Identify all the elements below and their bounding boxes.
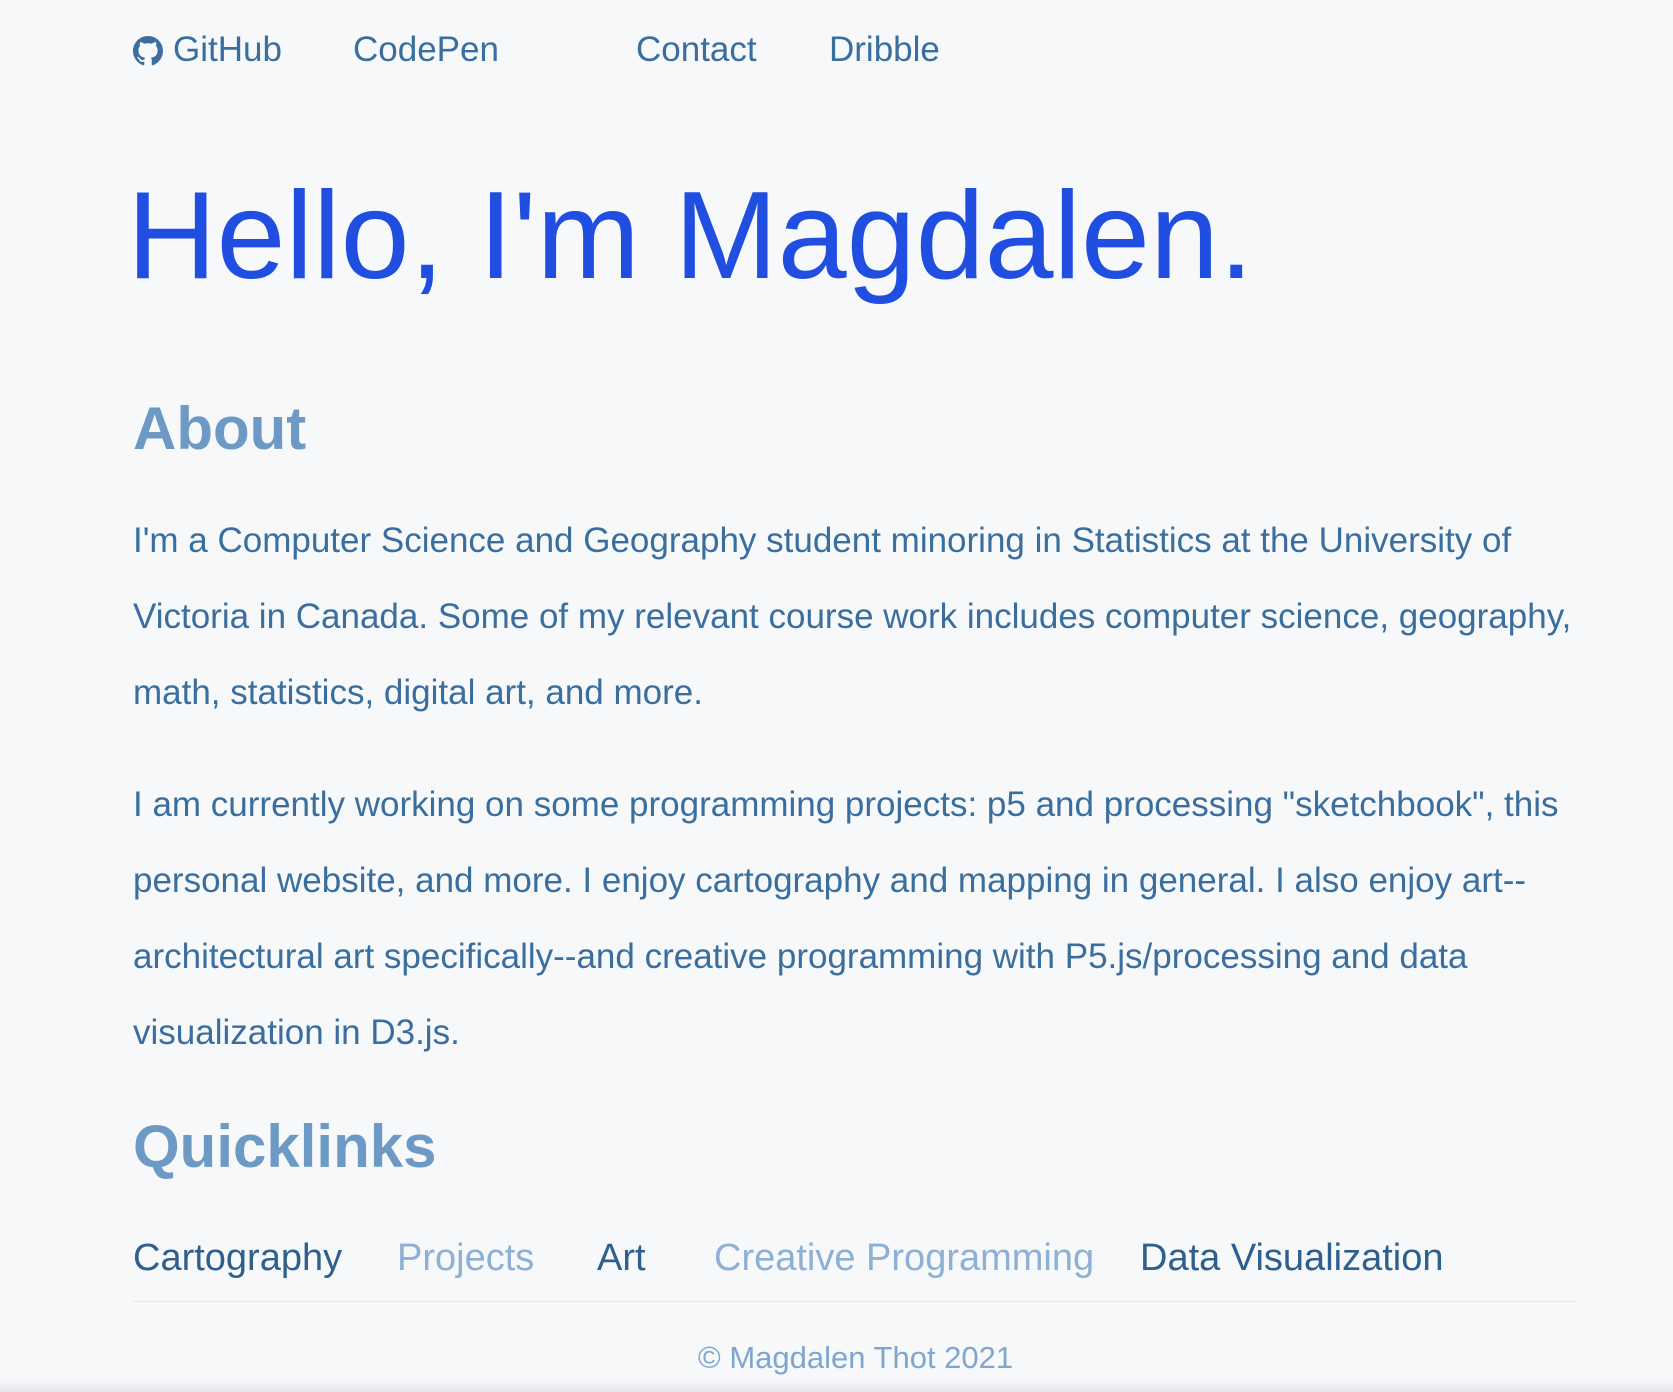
quicklink-cartography[interactable]: Cartography [133, 1237, 342, 1280]
nav-link-codepen[interactable]: CodePen [353, 30, 499, 70]
about-paragraph-1: I'm a Computer Science and Geography stu… [133, 521, 1572, 712]
nav-link-dribble[interactable]: Dribble [829, 30, 940, 70]
quicklink-data-visualization[interactable]: Data Visualization [1140, 1237, 1443, 1280]
quicklink-art[interactable]: Art [597, 1237, 646, 1280]
bottom-shadow [0, 1378, 1673, 1392]
footer-copyright: © Magdalen Thot 2021 [697, 1340, 1014, 1375]
quicklink-projects[interactable]: Projects [397, 1237, 534, 1280]
quicklink-creative-programming[interactable]: Creative Programming [714, 1237, 1094, 1280]
nav-label-github: GitHub [173, 30, 282, 69]
about-heading: About [133, 395, 307, 462]
hero-title: Hello, I'm Magdalen. [127, 167, 1254, 305]
quicklinks-tabs: Cartography Projects Art Creative Progra… [133, 1233, 1578, 1302]
nav-link-github[interactable]: GitHub [133, 30, 282, 70]
nav-link-contact[interactable]: Contact [636, 30, 757, 70]
github-icon [133, 35, 163, 66]
quicklinks-heading: Quicklinks [133, 1113, 437, 1180]
about-paragraph-2: I am currently working on some programmi… [133, 785, 1559, 1052]
